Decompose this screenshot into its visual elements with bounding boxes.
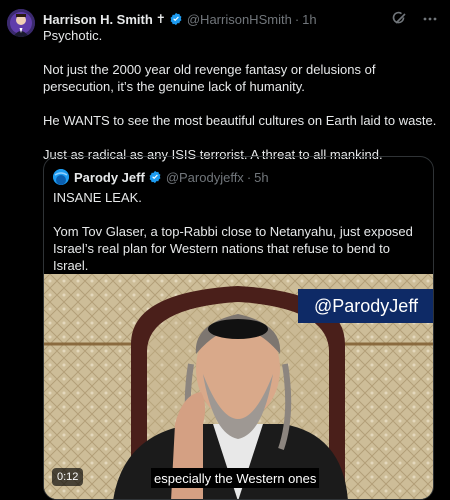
video-watermark: @ParodyJeff — [298, 289, 433, 323]
more-options-icon[interactable] — [422, 11, 438, 27]
author-name[interactable]: Harrison H. Smith — [43, 12, 153, 27]
verified-badge-icon — [170, 12, 182, 26]
quoted-tweet-paragraph: Yom Tov Glaser, a top-Rabbi close to Net… — [53, 224, 413, 273]
video-caption: especially the Western ones — [151, 468, 320, 488]
quoted-tweet-header: Parody Jeff @Parodyjeffx · 5h — [53, 168, 269, 186]
quoted-tweet[interactable]: Parody Jeff @Parodyjeffx · 5h INSANE LEA… — [43, 156, 434, 500]
author-avatar[interactable] — [7, 9, 35, 37]
post-time[interactable]: 1h — [302, 12, 316, 27]
quoted-author-name[interactable]: Parody Jeff — [74, 170, 145, 185]
separator-dot: · — [246, 169, 252, 185]
tweet-paragraph: He WANTS to see the most beautiful cultu… — [43, 113, 437, 128]
verified-badge-icon — [149, 170, 161, 184]
quoted-author-avatar[interactable] — [53, 169, 69, 185]
separator-dot: · — [294, 11, 300, 27]
quoted-post-time[interactable]: 5h — [254, 170, 268, 185]
author-handle[interactable]: @HarrisonHSmith — [187, 12, 292, 27]
quoted-author-handle[interactable]: @Parodyjeffx — [166, 170, 244, 185]
tweet-header: Harrison H. Smith ✝ @HarrisonHSmith · 1h — [43, 9, 438, 29]
tweet-paragraph: Not just the 2000 year old revenge fanta… — [43, 62, 376, 94]
tweet-paragraph: Psychotic. — [43, 28, 103, 43]
grok-icon[interactable] — [392, 11, 408, 27]
quoted-tweet-paragraph: INSANE LEAK. — [53, 190, 142, 205]
tweet[interactable]: Harrison H. Smith ✝ @HarrisonHSmith · 1h — [0, 0, 450, 500]
author-name-symbol: ✝ — [155, 12, 166, 26]
video-player[interactable]: @ParodyJeff 0:12 especially the Western … — [44, 274, 433, 499]
video-duration: 0:12 — [52, 468, 84, 486]
